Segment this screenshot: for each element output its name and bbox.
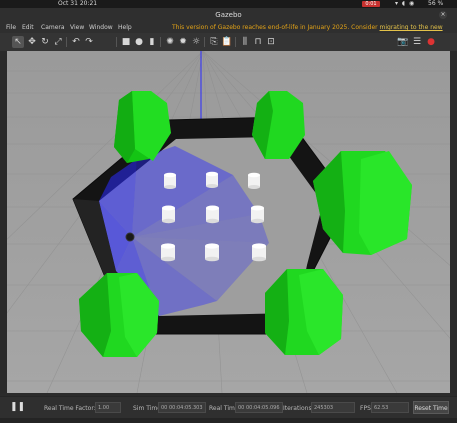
right-panel-edge[interactable] xyxy=(450,51,457,393)
cylinder-obstacle[interactable] xyxy=(162,205,175,224)
3d-scene-viewport[interactable] xyxy=(7,51,450,393)
battery-status: 56 % xyxy=(428,0,444,7)
toolbar: ↖ ✥ ↻ ⤢ ↶ ↷ ■ ● ▮ ✺ ✹ ☼ ⎘ 📋 ⫼ ⊓ ⊡ 📷 ☰ ● xyxy=(0,33,457,52)
reset-time-button[interactable]: Reset Time xyxy=(413,401,449,414)
screenshot-icon[interactable]: 📷 xyxy=(397,36,409,48)
scene-canvas[interactable] xyxy=(7,51,450,393)
cylinder-obstacle[interactable] xyxy=(205,243,219,262)
cylinder-obstacle[interactable] xyxy=(161,243,175,262)
point-light-icon[interactable]: ✺ xyxy=(164,36,176,48)
record-video-icon[interactable]: ● xyxy=(425,36,437,48)
toolbar-separator xyxy=(66,37,67,47)
robot-lidar-sensor[interactable] xyxy=(125,232,135,242)
iterations-value: 245303 xyxy=(311,402,355,413)
screen-record-indicator[interactable]: 0:01 xyxy=(362,1,380,7)
menu-window[interactable]: Window xyxy=(89,22,113,33)
fps-value: 62.53 xyxy=(371,402,409,413)
menu-edit[interactable]: Edit xyxy=(22,22,34,33)
window-bottom-edge xyxy=(0,418,457,423)
paste-icon[interactable]: 📋 xyxy=(221,36,233,48)
system-clock: Oct 31 20:21 xyxy=(58,0,98,7)
toolbar-separator xyxy=(204,37,205,47)
real-time-factor-label: Real Time Factor: xyxy=(44,405,96,412)
cylinder-obstacle[interactable] xyxy=(251,205,264,224)
scale-mode-icon[interactable]: ⤢ xyxy=(52,36,64,48)
spot-light-icon[interactable]: ✹ xyxy=(177,36,189,48)
menu-camera[interactable]: Camera xyxy=(41,22,65,33)
directional-light-icon[interactable]: ☼ xyxy=(190,36,202,48)
menu-help[interactable]: Help xyxy=(118,22,132,33)
copy-icon[interactable]: ⎘ xyxy=(208,36,220,48)
sim-time-label: Sim Time xyxy=(133,405,161,412)
iterations-label: Iterations xyxy=(283,405,312,412)
change-view-icon[interactable]: ⊡ xyxy=(265,36,277,48)
eol-notice-text: This version of Gazebo reaches end-of-li… xyxy=(172,24,380,31)
menu-bar: File Edit Camera View Window Help This v… xyxy=(0,22,457,42)
system-tray-icons[interactable]: ▾ ◖ ◉ xyxy=(395,0,415,8)
menu-file[interactable]: File xyxy=(6,22,16,33)
sphere-shape-icon[interactable]: ● xyxy=(133,36,145,48)
menu-view[interactable]: View xyxy=(70,22,84,33)
close-icon[interactable]: × xyxy=(439,11,447,19)
left-panel-edge[interactable] xyxy=(0,51,7,393)
box-shape-icon[interactable]: ■ xyxy=(120,36,132,48)
cylinder-obstacle[interactable] xyxy=(164,172,176,189)
system-top-bar: Oct 31 20:21 0:01 ▾ ◖ ◉ 56 % xyxy=(0,0,457,8)
pause-icon[interactable]: ❚❚ xyxy=(10,402,25,412)
green-hex-prism-bottom-right[interactable] xyxy=(265,269,343,355)
toolbar-separator xyxy=(235,37,236,47)
cylinder-obstacle[interactable] xyxy=(206,171,218,188)
select-mode-icon[interactable]: ↖ xyxy=(12,36,24,48)
status-bar: ❚❚ Real Time Factor: 1.00 Sim Time 00 00… xyxy=(0,396,457,419)
log-icon[interactable]: ☰ xyxy=(411,36,423,48)
real-time-factor-value: 1.00 xyxy=(95,402,121,413)
window-title: Gazebo xyxy=(215,11,242,19)
toolbar-separator xyxy=(116,37,117,47)
fps-label: FPS xyxy=(360,405,371,412)
undo-icon[interactable]: ↶ xyxy=(70,36,82,48)
snap-icon[interactable]: ⊓ xyxy=(252,36,264,48)
sim-time-value: 00 00:04:05.303 xyxy=(158,402,206,413)
cylinder-obstacle[interactable] xyxy=(248,172,260,189)
align-icon[interactable]: ⫼ xyxy=(239,36,251,48)
cylinder-obstacle[interactable] xyxy=(252,243,266,262)
toolbar-separator xyxy=(160,37,161,47)
translate-mode-icon[interactable]: ✥ xyxy=(26,36,38,48)
rotate-mode-icon[interactable]: ↻ xyxy=(39,36,51,48)
redo-icon[interactable]: ↷ xyxy=(83,36,95,48)
cylinder-shape-icon[interactable]: ▮ xyxy=(146,36,158,48)
window-title-bar: Gazebo × xyxy=(0,8,457,22)
real-time-value: 00 00:04:05.096 xyxy=(235,402,283,413)
cylinder-obstacle[interactable] xyxy=(206,205,219,224)
